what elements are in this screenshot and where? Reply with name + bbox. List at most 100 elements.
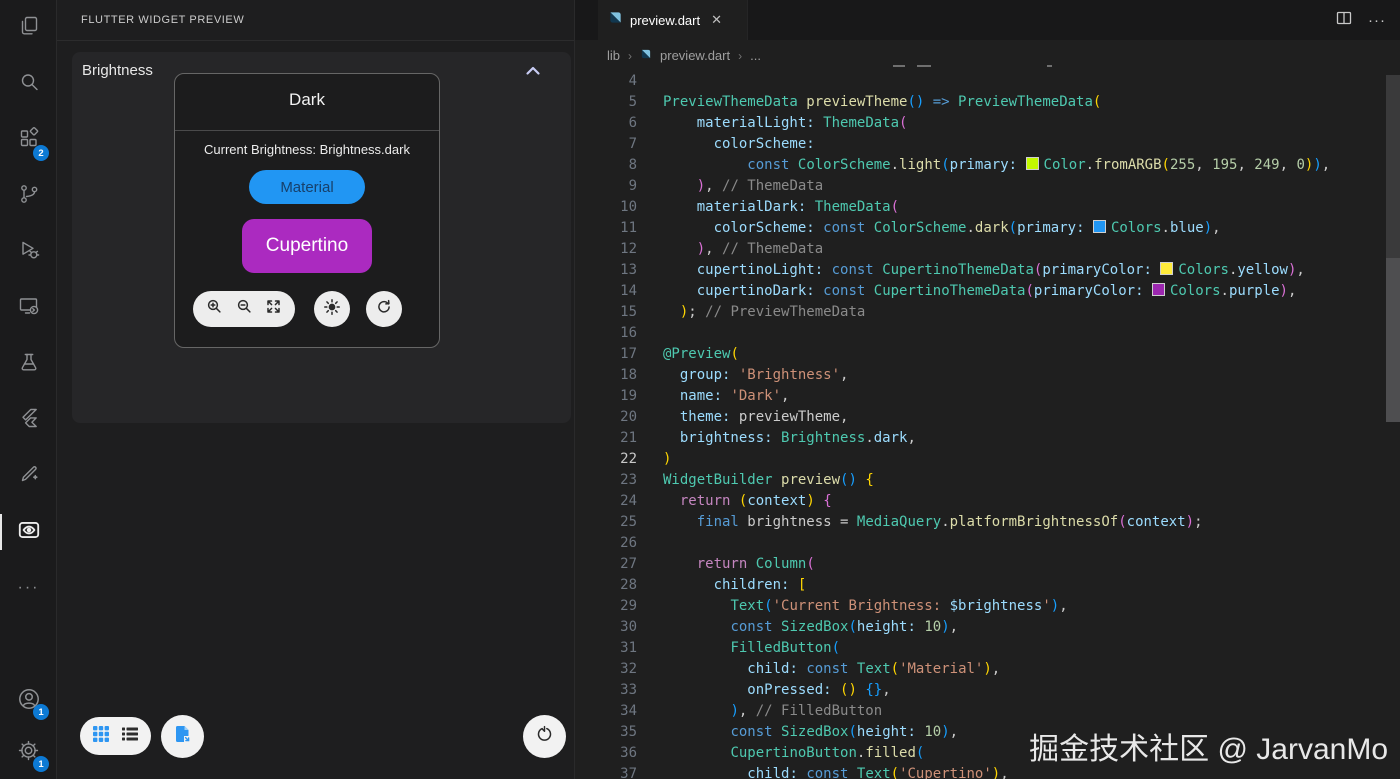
code-line-16[interactable]: 16 [575,323,1386,344]
code-line-14[interactable]: 14 cupertinoDark: const CupertinoThemeDa… [575,281,1386,302]
code-line-7[interactable]: 7 colorScheme: [575,134,1386,155]
sidebar-item-remote-explorer[interactable] [0,280,57,336]
code-line-17[interactable]: 17@Preview( [575,344,1386,365]
code-line-24[interactable]: 24 return (context) { [575,491,1386,512]
settings-badge: 1 [33,756,49,772]
list-view-button[interactable] [121,725,139,748]
code-line-11[interactable]: 11 colorScheme: const ColorScheme.dark(p… [575,218,1386,239]
code-line-4[interactable]: 4 [575,71,1386,92]
line-number: 32 [575,659,637,680]
zoom-in-button[interactable] [206,298,223,320]
code-line-19[interactable]: 19 name: 'Dark', [575,386,1386,407]
scrollbar-thumb[interactable] [1386,258,1400,422]
code-line-20[interactable]: 20 theme: previewTheme, [575,407,1386,428]
brightness-status-text: Current Brightness: Brightness.dark [175,142,439,157]
flutter-icon [17,406,41,435]
code-line-27[interactable]: 27 return Column( [575,554,1386,575]
sun-icon [323,298,341,321]
sidebar-item-extensions[interactable]: 2 [0,112,57,168]
code-line-23[interactable]: 23WidgetBuilder preview() { [575,470,1386,491]
settings-button[interactable]: 1 [0,727,57,779]
code-line-25[interactable]: 25 final brightness = MediaQuery.platfor… [575,512,1386,533]
sidebar-item-run-debug[interactable] [0,224,57,280]
split-editor-icon[interactable] [1336,10,1352,31]
code-line-6[interactable]: 6 materialLight: ThemeData( [575,113,1386,134]
sidebar-item-widget-preview[interactable] [0,504,57,560]
sidebar-item-code-assist[interactable] [0,448,57,504]
more-activity-button[interactable]: ··· [0,560,57,616]
code-line-15[interactable]: 15 ); // PreviewThemeData [575,302,1386,323]
files-icon [17,14,41,43]
line-number: 24 [575,491,637,512]
sidebar-item-explorer[interactable] [0,0,57,56]
source-control-icon [17,182,41,211]
line-number: 35 [575,722,637,743]
more-actions-icon[interactable]: ··· [1368,12,1386,29]
breadcrumb-lib[interactable]: lib [607,48,620,63]
collapse-group-button[interactable] [524,64,542,78]
code-line-5[interactable]: 5PreviewThemeData previewTheme() => Prev… [575,92,1386,113]
line-number: 15 [575,302,637,323]
sidebar-header: FLUTTER WIDGET PREVIEW [57,0,574,41]
color-swatch[interactable] [1152,283,1165,296]
scrollbar-track [1386,75,1400,258]
zoom-out-button[interactable] [236,298,253,320]
color-swatch[interactable] [1093,220,1106,233]
code-line-13[interactable]: 13 cupertinoLight: const CupertinoThemeD… [575,260,1386,281]
sidebar-item-flutter[interactable] [0,392,57,448]
sidebar-item-testing[interactable] [0,336,57,392]
refresh-preview-button[interactable] [366,291,402,327]
code-line-18[interactable]: 18 group: 'Brightness', [575,365,1386,386]
refresh-icon [375,298,393,321]
line-number: 31 [575,638,637,659]
code-line-22[interactable]: 22) [575,449,1386,470]
sidebar-title: FLUTTER WIDGET PREVIEW [81,14,244,26]
color-swatch[interactable] [1026,157,1039,170]
code-line-26[interactable]: 26 [575,533,1386,554]
code-line-10[interactable]: 10 materialDark: ThemeData( [575,197,1386,218]
sidebar-item-source-control[interactable] [0,168,57,224]
grid-view-button[interactable] [92,725,110,748]
line-number: 19 [575,386,637,407]
line-number: 17 [575,344,637,365]
dart-file-icon [608,10,623,30]
line-number: 23 [575,470,637,491]
code-line-28[interactable]: 28 children: [ [575,575,1386,596]
line-number: 7 [575,134,637,155]
sidebar-item-search[interactable] [0,56,57,112]
breadcrumb-symbol[interactable]: ... [750,48,761,63]
editor-group: preview.dart ✕ ··· lib › preview.dart › … [575,0,1400,779]
line-number: 20 [575,407,637,428]
code-line-29[interactable]: 29 Text('Current Brightness: $brightness… [575,596,1386,617]
zoom-controls [193,291,295,327]
code-line-32[interactable]: 32 child: const Text('Material'), [575,659,1386,680]
expand-button[interactable] [265,298,282,320]
material-button[interactable]: Material [249,170,365,204]
color-swatch[interactable] [1160,262,1173,275]
close-tab-icon[interactable]: ✕ [711,12,722,28]
ellipsis-icon: ··· [18,579,40,597]
line-number: 6 [575,113,637,134]
breadcrumb-file[interactable]: preview.dart [660,48,730,63]
code-line-34[interactable]: 34 ), // FilledButton [575,701,1386,722]
chevron-right-icon: › [628,49,632,63]
code-line-8[interactable]: 8 const ColorScheme.light(primary: Color… [575,155,1386,176]
layout-switcher [80,717,151,755]
code-line-33[interactable]: 33 onPressed: () {}, [575,680,1386,701]
code-line-12[interactable]: 12 ), // ThemeData [575,239,1386,260]
code-line-30[interactable]: 30 const SizedBox(height: 10), [575,617,1386,638]
clipped-line-fragment [893,65,905,67]
extensions-badge: 2 [33,145,49,161]
code-editor[interactable]: 45PreviewThemeData previewTheme() => Pre… [575,71,1386,779]
code-line-31[interactable]: 31 FilledButton( [575,638,1386,659]
clipped-line-fragment [917,65,931,67]
accounts-button[interactable]: 1 [0,675,57,727]
tab-preview-dart[interactable]: preview.dart ✕ [598,0,748,40]
cupertino-button[interactable]: Cupertino [242,219,372,273]
open-file-button[interactable] [161,715,204,758]
restart-preview-button[interactable] [523,715,566,758]
code-line-9[interactable]: 9 ), // ThemeData [575,176,1386,197]
toggle-brightness-button[interactable] [314,291,350,327]
code-line-21[interactable]: 21 brightness: Brightness.dark, [575,428,1386,449]
editor-actions: ··· [1336,0,1386,40]
